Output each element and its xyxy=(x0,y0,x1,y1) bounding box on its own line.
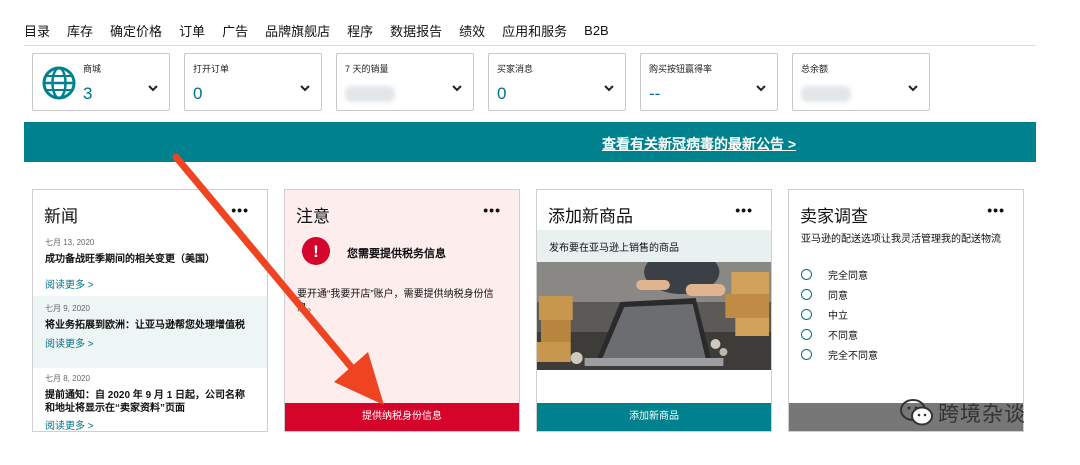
survey-option[interactable]: 中立 xyxy=(801,307,848,322)
sales-7d-label: 7 天的销量 xyxy=(345,64,389,74)
covid-announcement-link[interactable]: 查看有关新冠病毒的最新公告 > xyxy=(602,134,796,154)
buyer-messages-widget[interactable]: 买家消息 0 xyxy=(488,53,626,111)
covid-banner: 查看有关新冠病毒的最新公告 > xyxy=(24,122,1036,162)
nav-item-apps[interactable]: 应用和服务 xyxy=(502,21,567,40)
add-product-card: 添加新商品 ••• 发布要在亚马逊上销售的商品 添加新商品 xyxy=(536,189,772,432)
metrics-bar: 商城 3 打开订单 0 7 天的销量 买家消息 0 购买按钮赢得率 -- 总余额 xyxy=(32,53,944,111)
card-title: 添加新商品 xyxy=(548,207,633,226)
news-date: 七月 13, 2020 xyxy=(45,238,95,247)
news-item: 七月 9, 2020 将业务拓展到欧洲：让亚马逊帮您处理增值税 阅读更多 > xyxy=(33,296,267,368)
chevron-down-icon[interactable] xyxy=(451,82,463,94)
chevron-down-icon[interactable] xyxy=(603,82,615,94)
provide-tax-info-button[interactable]: 提供纳税身份信息 xyxy=(285,403,519,431)
chevron-down-icon[interactable] xyxy=(299,82,311,94)
survey-option[interactable]: 同意 xyxy=(801,287,848,302)
watermark-text: 跨境杂谈 xyxy=(938,403,1026,426)
news-date: 七月 9, 2020 xyxy=(45,304,90,313)
news-headline[interactable]: 将业务拓展到欧洲：让亚马逊帮您处理增值税 xyxy=(45,319,255,332)
sales-7d-widget[interactable]: 7 天的销量 xyxy=(336,53,474,111)
survey-option[interactable]: 不同意 xyxy=(801,327,858,342)
wechat-icon xyxy=(900,399,933,426)
card-title: 新闻 xyxy=(44,207,78,226)
survey-option[interactable]: 完全不同意 xyxy=(801,347,878,362)
news-headline[interactable]: 成功备战旺季期间的相关变更（美国） xyxy=(45,253,255,266)
blurred-value xyxy=(345,86,395,102)
news-card: 新闻 ••• 七月 13, 2020 成功备战旺季期间的相关变更（美国） 阅读更… xyxy=(32,189,268,432)
more-options-icon[interactable]: ••• xyxy=(231,202,249,218)
blurred-value xyxy=(801,86,851,102)
nav-item-b2b[interactable]: B2B xyxy=(584,23,609,38)
read-more-link[interactable]: 阅读更多 > xyxy=(45,417,255,431)
buyer-messages-value: 0 xyxy=(497,84,507,103)
marketplace-widget[interactable]: 商城 3 xyxy=(32,53,170,111)
news-date: 七月 8, 2020 xyxy=(45,374,90,383)
survey-option-label: 完全同意 xyxy=(828,271,868,282)
buyer-messages-label: 买家消息 xyxy=(497,64,534,74)
nav-item-programs[interactable]: 程序 xyxy=(347,21,373,40)
chevron-down-icon[interactable] xyxy=(755,82,767,94)
open-orders-widget[interactable]: 打开订单 0 xyxy=(184,53,322,111)
add-product-description: 发布要在亚马逊上销售的商品 xyxy=(537,230,771,262)
nav-item-catalog[interactable]: 目录 xyxy=(24,21,50,40)
news-item: 七月 8, 2020 提前通知：自 2020 年 9 月 1 日起，公司名称和地… xyxy=(33,366,267,431)
nav-item-performance[interactable]: 绩效 xyxy=(459,21,485,40)
radio-button[interactable] xyxy=(801,309,812,320)
survey-option-label: 不同意 xyxy=(828,331,858,342)
alert-icon: ! xyxy=(302,237,330,265)
top-nav: 目录 库存 确定价格 订单 广告 品牌旗舰店 程序 数据报告 绩效 应用和服务 … xyxy=(24,16,1036,46)
buybox-value: -- xyxy=(649,84,661,103)
marketplace-label: 商城 xyxy=(83,64,102,74)
news-item: 七月 13, 2020 成功备战旺季期间的相关变更（美国） 阅读更多 > xyxy=(33,230,267,296)
globe-icon xyxy=(42,66,76,100)
card-title: 卖家调查 xyxy=(800,207,868,226)
card-title: 注意 xyxy=(296,207,330,226)
more-options-icon[interactable]: ••• xyxy=(735,202,753,218)
seller-photo xyxy=(537,262,771,370)
notice-card: 注意 ••• ! 您需要提供税务信息 要开通“我要开店”账户，需要提供纳税身份信… xyxy=(284,189,520,432)
buybox-widget[interactable]: 购买按钮赢得率 -- xyxy=(640,53,778,111)
nav-item-reports[interactable]: 数据报告 xyxy=(390,21,442,40)
survey-option-label: 完全不同意 xyxy=(828,351,878,362)
more-options-icon[interactable]: ••• xyxy=(483,202,501,218)
nav-item-advertising[interactable]: 广告 xyxy=(222,21,248,40)
chevron-down-icon[interactable] xyxy=(907,82,919,94)
balance-label: 总余额 xyxy=(801,64,829,74)
notice-heading: 您需要提供税务信息 xyxy=(347,248,446,260)
nav-item-stores[interactable]: 品牌旗舰店 xyxy=(265,21,330,40)
nav-item-pricing[interactable]: 确定价格 xyxy=(110,21,162,40)
survey-question: 亚马逊的配送选项让我灵活管理我的配送物流 xyxy=(801,234,1001,245)
add-product-button[interactable]: 添加新商品 xyxy=(537,403,771,431)
alert-icon-mark: ! xyxy=(313,242,319,261)
watermark: 跨境杂谈 xyxy=(900,398,1026,428)
radio-button[interactable] xyxy=(801,289,812,300)
radio-button[interactable] xyxy=(801,269,812,280)
marketplace-value: 3 xyxy=(83,84,93,103)
nav-item-inventory[interactable]: 库存 xyxy=(67,21,93,40)
survey-option[interactable]: 完全同意 xyxy=(801,267,868,282)
news-headline[interactable]: 提前通知：自 2020 年 9 月 1 日起，公司名称和地址将显示在“卖家资料”… xyxy=(45,389,255,415)
balance-widget[interactable]: 总余额 xyxy=(792,53,930,111)
open-orders-value: 0 xyxy=(193,84,203,103)
radio-button[interactable] xyxy=(801,349,812,360)
seller-survey-card: 卖家调查 ••• 亚马逊的配送选项让我灵活管理我的配送物流 完全同意 同意 中立… xyxy=(788,189,1024,432)
nav-item-orders[interactable]: 订单 xyxy=(179,21,205,40)
chevron-down-icon[interactable] xyxy=(147,82,159,94)
notice-body: 要开通“我要开店”账户，需要提供纳税身份信息。 xyxy=(297,289,494,314)
radio-button[interactable] xyxy=(801,329,812,340)
survey-option-label: 中立 xyxy=(828,311,848,322)
buybox-label: 购买按钮赢得率 xyxy=(649,64,713,74)
read-more-link[interactable]: 阅读更多 > xyxy=(45,276,255,291)
read-more-link[interactable]: 阅读更多 > xyxy=(45,335,255,350)
survey-option-label: 同意 xyxy=(828,291,848,302)
more-options-icon[interactable]: ••• xyxy=(987,202,1005,218)
open-orders-label: 打开订单 xyxy=(193,64,230,74)
